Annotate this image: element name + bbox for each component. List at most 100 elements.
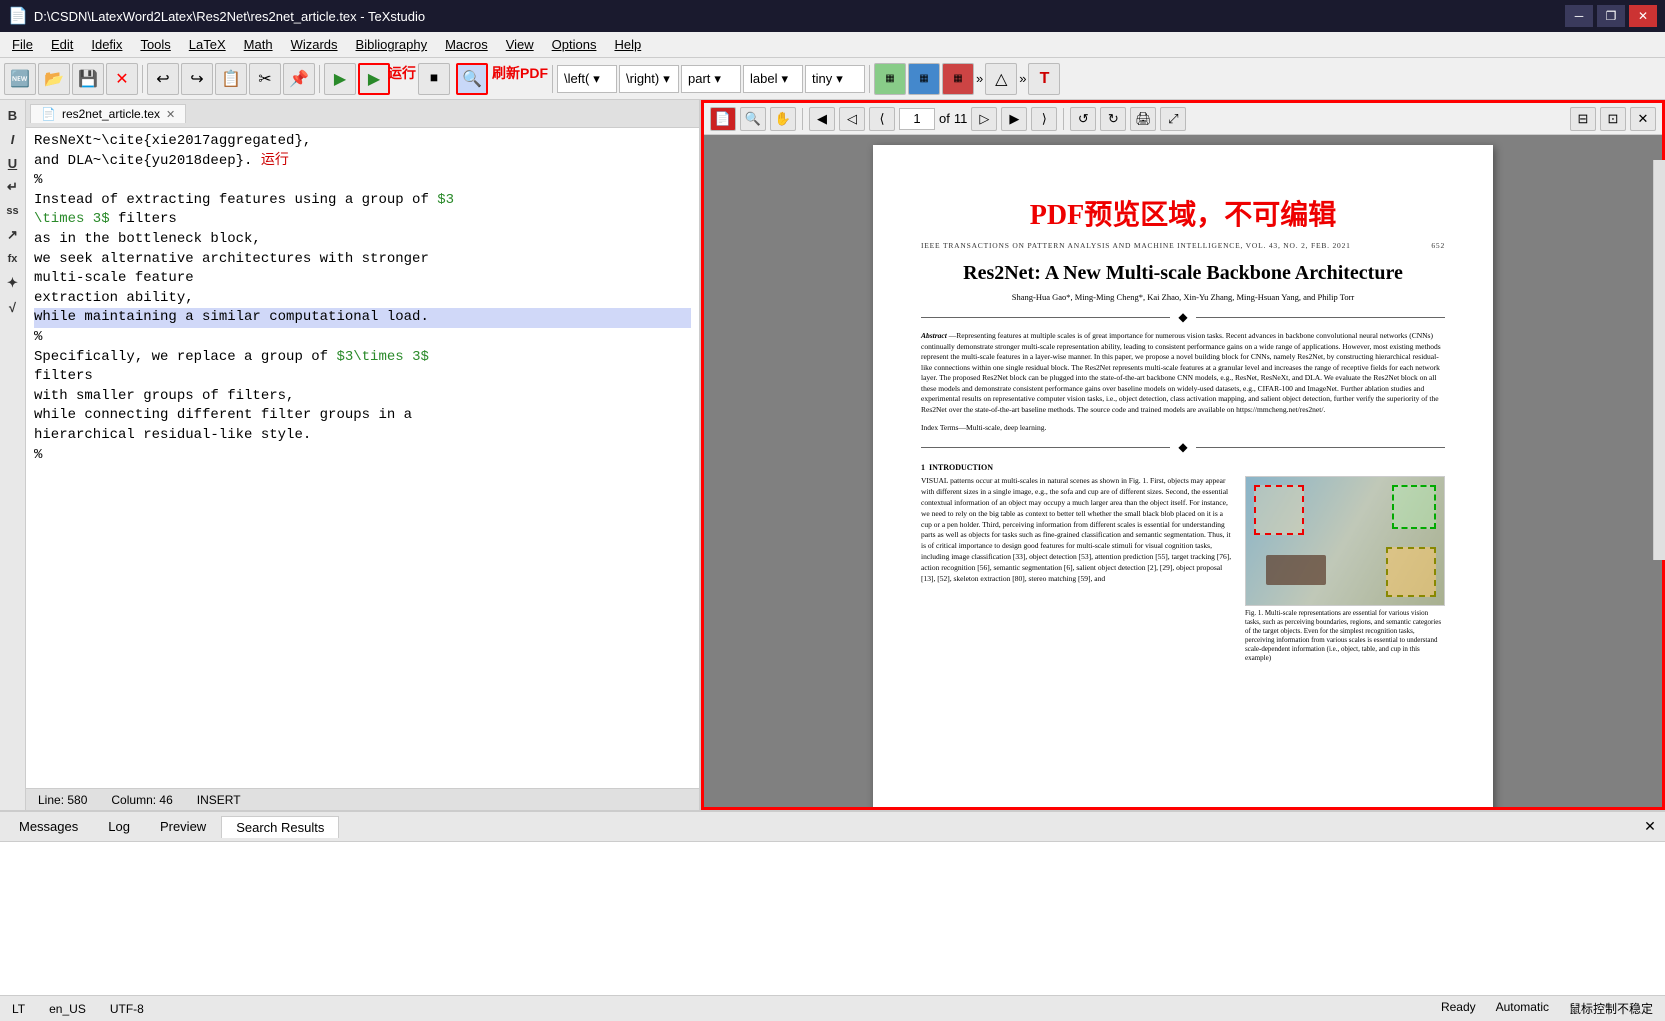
toolbar: 🆕 📂 💾 ✕ ↩ ↪ 📋 ✂ 📌 ▶ ▶ 运行 ⏹ 🔍 刷新PDF \left… xyxy=(0,58,1665,100)
pdf-next3-btn[interactable]: ⟩ xyxy=(1031,107,1057,131)
pdf-prev3-btn[interactable]: ⟨ xyxy=(869,107,895,131)
label-dropdown[interactable]: label ▾ xyxy=(743,65,803,93)
fig-red-box xyxy=(1254,485,1304,535)
paste-button[interactable]: 📌 xyxy=(283,63,315,95)
pdf-max-btn[interactable]: ⊡ xyxy=(1600,107,1626,131)
editor-line-1: ResNeXt~\cite{xie2017aggregated}, xyxy=(34,132,691,152)
sidebar-cross[interactable]: ✦ xyxy=(2,272,24,294)
sidebar-sqrt[interactable]: √ xyxy=(2,296,24,318)
menu-edit[interactable]: Edit xyxy=(43,35,81,54)
stop-button[interactable]: ⏹ xyxy=(418,63,450,95)
close-doc-button[interactable]: ✕ xyxy=(106,63,138,95)
pdf-close-btn[interactable]: ✕ xyxy=(1630,107,1656,131)
pdf-page-input[interactable]: 1 xyxy=(899,108,935,130)
menu-idefix[interactable]: Idefix xyxy=(83,35,130,54)
pdf-fit-btn[interactable]: ⤢ xyxy=(1160,107,1186,131)
part-dropdown[interactable]: part ▾ xyxy=(681,65,741,93)
left-paren-dropdown[interactable]: \left( ▾ xyxy=(557,65,617,93)
menu-tools[interactable]: Tools xyxy=(132,35,178,54)
new-button[interactable]: 🆕 xyxy=(4,63,36,95)
pdf-rotate1-btn[interactable]: ↺ xyxy=(1070,107,1096,131)
copy-button[interactable]: 📋 xyxy=(215,63,247,95)
pdf-prev2-btn[interactable]: ◁ xyxy=(839,107,865,131)
menu-view[interactable]: View xyxy=(498,35,542,54)
cut-button[interactable]: ✂ xyxy=(249,63,281,95)
pdf-search-btn[interactable]: 🔍 xyxy=(740,107,766,131)
editor-pane: 📄 res2net_article.tex ✕ ResNeXt~\cite{xi… xyxy=(26,100,701,810)
right-paren-dropdown[interactable]: \right) ▾ xyxy=(619,65,679,93)
size-dropdown[interactable]: tiny ▾ xyxy=(805,65,865,93)
format1-button[interactable]: ▦ xyxy=(942,63,974,95)
pdf-hand-btn[interactable]: ✋ xyxy=(770,107,796,131)
sidebar-bold[interactable]: B xyxy=(2,104,24,126)
pdf-journal-header: IEEE TRANSACTIONS ON PATTERN ANALYSIS AN… xyxy=(921,241,1445,250)
tab-close-button[interactable]: ✕ xyxy=(166,108,175,121)
pdf-window-btn[interactable]: ⊟ xyxy=(1570,107,1596,131)
sidebar-underline[interactable]: U xyxy=(2,152,24,174)
editor-line-13: filters xyxy=(34,367,691,387)
math1-button[interactable]: △ xyxy=(985,63,1017,95)
pdf-abstract: Abstract —Representing features at multi… xyxy=(921,331,1445,415)
editor-line-17: % xyxy=(34,446,691,466)
open-button[interactable]: 📂 xyxy=(38,63,70,95)
figure-furniture xyxy=(1246,477,1444,605)
tab-search-results[interactable]: Search Results xyxy=(221,816,339,838)
sidebar-fx[interactable]: fx xyxy=(2,248,24,270)
pdf-print-btn[interactable]: 🖨 xyxy=(1130,107,1156,131)
tab-messages[interactable]: Messages xyxy=(4,815,93,838)
menu-file[interactable]: File xyxy=(4,35,41,54)
run-text: 运行 xyxy=(261,152,289,172)
editor-content[interactable]: ResNeXt~\cite{xie2017aggregated}, and DL… xyxy=(26,128,699,788)
text-button[interactable]: T xyxy=(1028,63,1060,95)
pdf-next2-btn[interactable]: ▶ xyxy=(1001,107,1027,131)
pdf-body-text: VISUAL patterns occur at multi-scales in… xyxy=(921,476,1235,585)
sidebar-return[interactable]: ↵ xyxy=(2,176,24,198)
status-col: Column: 46 xyxy=(111,793,172,807)
pdf-paper-title: Res2Net: A New Multi-scale Backbone Arch… xyxy=(921,260,1445,286)
table2-button[interactable]: ▦ xyxy=(908,63,940,95)
pdf-prev-btn[interactable]: ◀ xyxy=(809,107,835,131)
menu-macros[interactable]: Macros xyxy=(437,35,496,54)
status-ready: Ready xyxy=(1441,1000,1476,1017)
editor-scrollbar[interactable] xyxy=(1653,160,1665,560)
editor-line-5: \times 3$ filters xyxy=(34,210,691,230)
sidebar-ss[interactable]: ss xyxy=(2,200,24,222)
save-button[interactable]: 💾 xyxy=(72,63,104,95)
status-mode: INSERT xyxy=(197,793,241,807)
menu-options[interactable]: Options xyxy=(544,35,605,54)
pdf-file-btn[interactable]: 📄 xyxy=(710,107,736,131)
search-button[interactable]: 🔍 xyxy=(456,63,488,95)
menu-bibliography[interactable]: Bibliography xyxy=(348,35,436,54)
pdf-next-btn[interactable]: ▷ xyxy=(971,107,997,131)
editor-tab-bar: 📄 res2net_article.tex ✕ xyxy=(26,100,699,128)
undo-button[interactable]: ↩ xyxy=(147,63,179,95)
run-button[interactable]: ▶ xyxy=(358,63,390,95)
table-button[interactable]: ▦ xyxy=(874,63,906,95)
menu-bar: File Edit Idefix Tools LaTeX Math Wizard… xyxy=(0,32,1665,58)
pdf-preview-label: PDF预览区域，不可编辑 xyxy=(921,193,1445,233)
status-lt: LT xyxy=(12,1002,25,1016)
pdf-content[interactable]: PDF预览区域，不可编辑 IEEE TRANSACTIONS ON PATTER… xyxy=(704,135,1662,807)
sidebar-arrow[interactable]: ↗ xyxy=(2,224,24,246)
status-auto: Automatic xyxy=(1496,1000,1549,1017)
tab-preview[interactable]: Preview xyxy=(145,815,221,838)
editor-line-6: as in the bottleneck block, xyxy=(34,230,691,250)
close-button[interactable]: ✕ xyxy=(1629,5,1657,27)
redo-button[interactable]: ↪ xyxy=(181,63,213,95)
sep1 xyxy=(142,65,143,93)
pdf-rotate2-btn[interactable]: ↻ xyxy=(1100,107,1126,131)
bottom-panel-close[interactable]: ✕ xyxy=(1639,816,1661,838)
sidebar-italic[interactable]: I xyxy=(2,128,24,150)
menu-wizards[interactable]: Wizards xyxy=(283,35,346,54)
editor-line-7: we seek alternative architectures with s… xyxy=(34,250,691,270)
menu-latex[interactable]: LaTeX xyxy=(181,35,234,54)
restore-button[interactable]: ❐ xyxy=(1597,5,1625,27)
minimize-button[interactable]: ─ xyxy=(1565,5,1593,27)
editor-line-2: and DLA~\cite{yu2018deep}. 运行 xyxy=(34,152,691,172)
editor-tab[interactable]: 📄 res2net_article.tex ✕ xyxy=(30,104,186,123)
bottom-content[interactable] xyxy=(0,842,1665,995)
compile-button[interactable]: ▶ xyxy=(324,63,356,95)
menu-math[interactable]: Math xyxy=(236,35,281,54)
tab-log[interactable]: Log xyxy=(93,815,145,838)
menu-help[interactable]: Help xyxy=(606,35,649,54)
